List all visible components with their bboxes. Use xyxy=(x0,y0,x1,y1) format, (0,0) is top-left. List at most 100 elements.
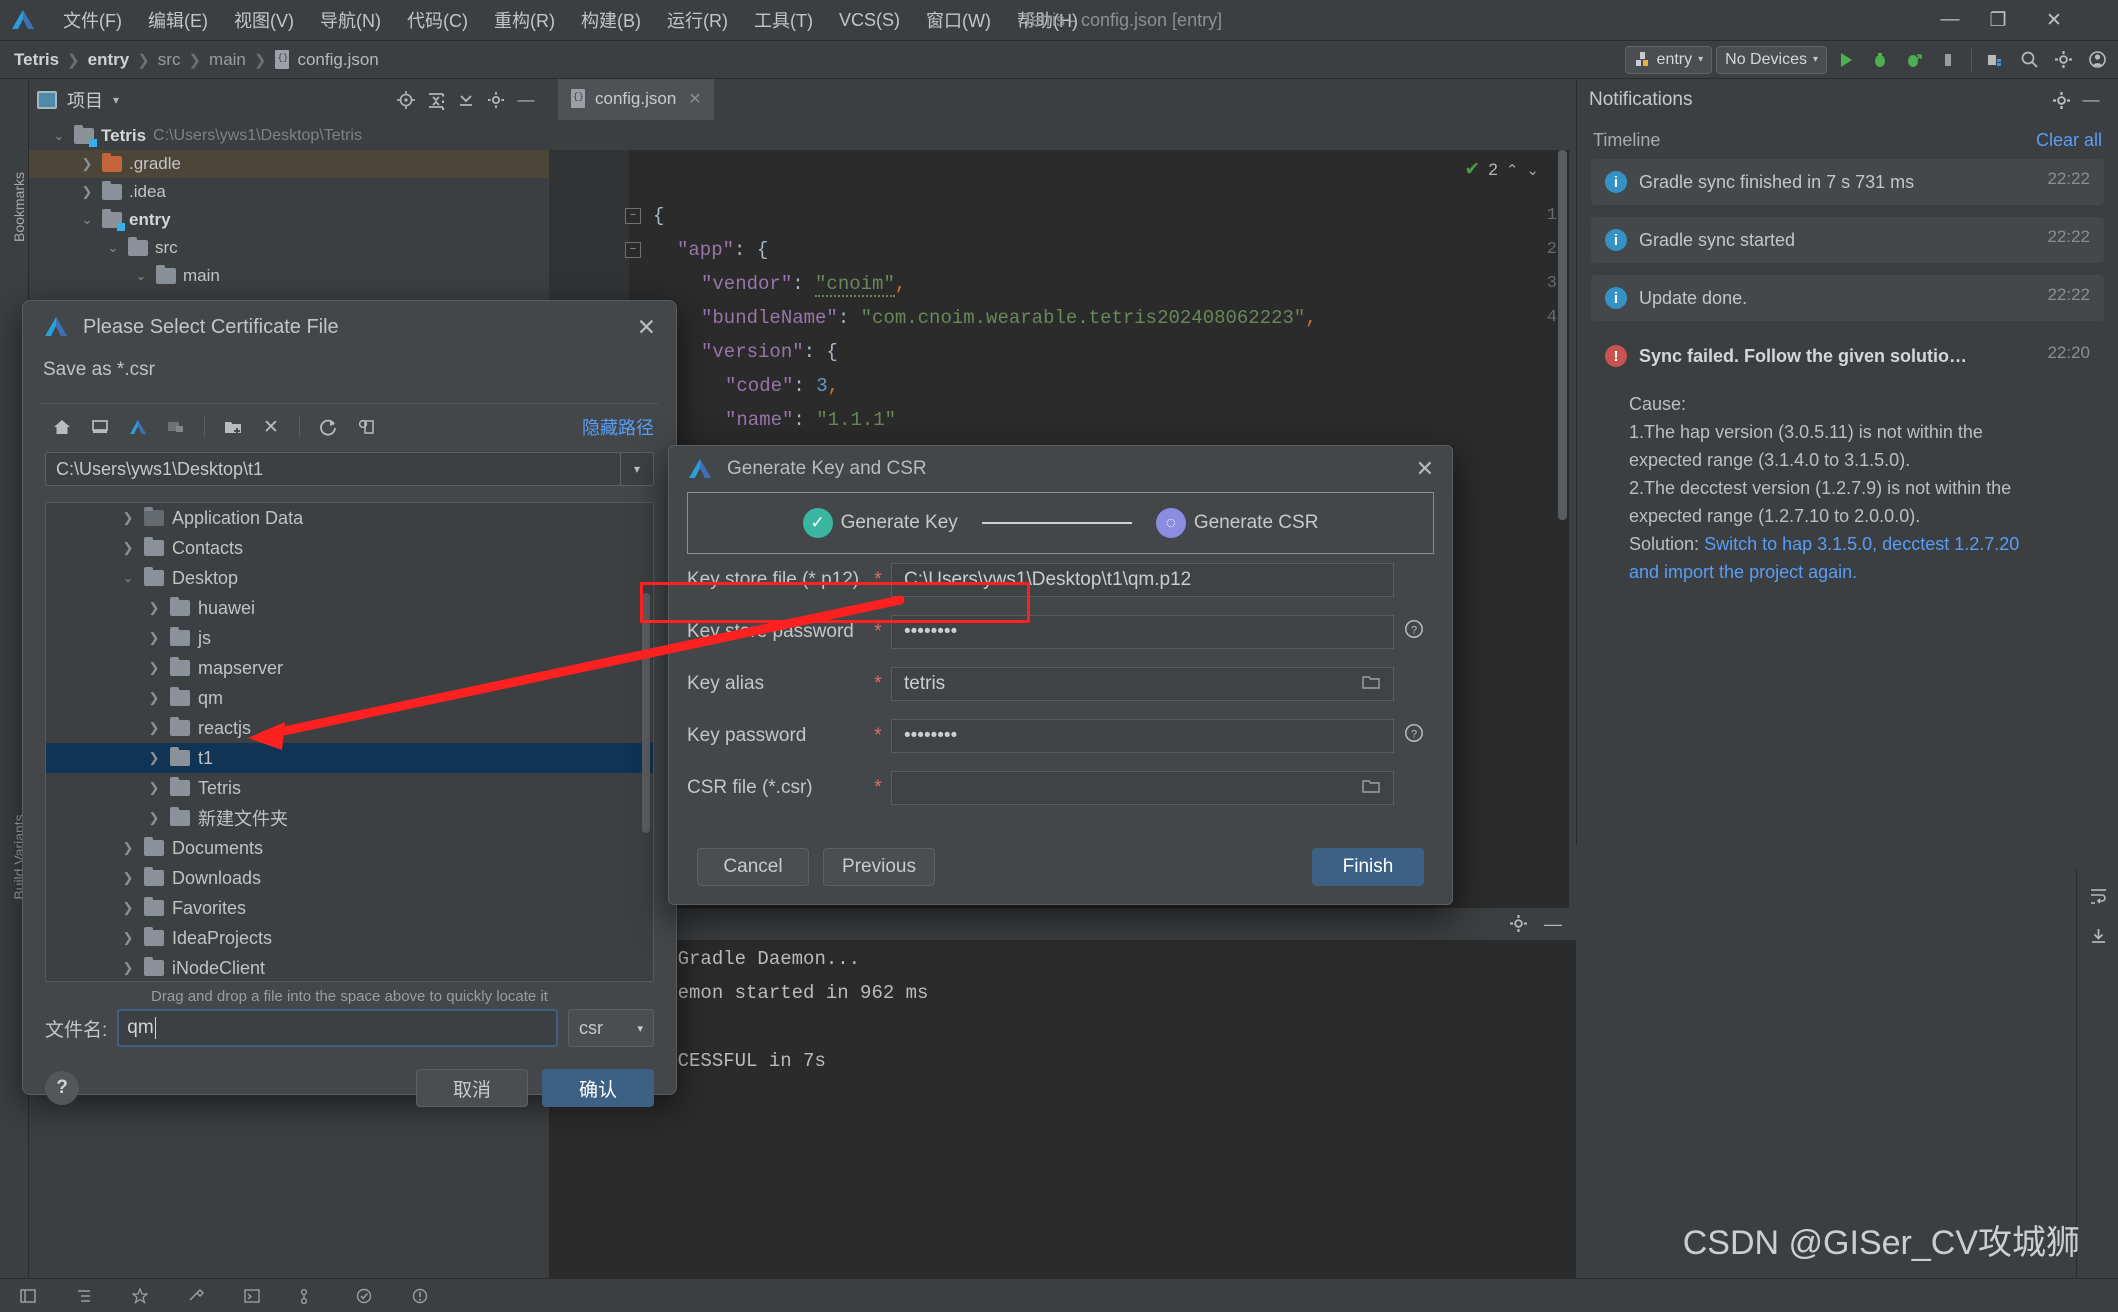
left-strip-label-bookmarks[interactable]: Bookmarks xyxy=(11,162,27,252)
chevron-right-icon[interactable]: ❯ xyxy=(120,870,136,886)
status-todo-icon[interactable] xyxy=(336,1279,392,1312)
generate-key-csr-dialog[interactable]: Generate Key and CSR ✕ ✓ Generate Key ◌ … xyxy=(668,445,1453,905)
tree-row[interactable]: ❯ .idea xyxy=(29,178,549,206)
fold-marker-icon[interactable]: − xyxy=(625,242,641,258)
file-tree-row[interactable]: ❯ IdeaProjects xyxy=(46,923,653,953)
show-hidden-icon[interactable] xyxy=(349,411,383,443)
tree-row[interactable]: ⌄ src xyxy=(29,234,549,262)
chevron-down-icon[interactable]: ⌄ xyxy=(79,212,95,228)
chevron-down-icon[interactable]: ▾ xyxy=(113,93,119,107)
close-icon[interactable]: ✕ xyxy=(637,314,656,341)
account-icon[interactable] xyxy=(2082,45,2112,75)
chevron-right-icon[interactable]: ❯ xyxy=(146,720,162,736)
chevron-down-icon[interactable]: ⌄ xyxy=(51,128,67,144)
minimize-panel-icon[interactable]: — xyxy=(1544,914,1562,935)
editor-options-icon[interactable]: ⋮ xyxy=(433,89,455,114)
extension-select[interactable]: csr ▾ xyxy=(568,1009,654,1047)
close-icon[interactable]: ✕ xyxy=(688,89,701,109)
error-solution-link[interactable]: Switch to hap 3.1.5.0, decctest 1.2.7.20 xyxy=(1704,534,2019,554)
project-tree[interactable]: ⌄ Tetris C:\Users\yws1\Desktop\Tetris ❯ … xyxy=(29,120,549,290)
notification-item[interactable]: i Update done. 22:22 xyxy=(1591,275,2104,322)
chevron-right-icon[interactable]: ❯ xyxy=(120,960,136,976)
chevron-right-icon[interactable]: ❯ xyxy=(146,600,162,616)
file-tree-row[interactable]: ❯ Application Data xyxy=(46,503,653,533)
locate-icon[interactable] xyxy=(391,85,421,115)
chevron-right-icon[interactable]: ❯ xyxy=(146,810,162,826)
chevron-right-icon[interactable]: ❯ xyxy=(146,690,162,706)
run-icon[interactable] xyxy=(1831,45,1861,75)
chevron-right-icon[interactable]: ❯ xyxy=(146,630,162,646)
browse-folder-icon[interactable] xyxy=(1361,778,1381,799)
file-tree-row[interactable]: ❯ Tetris xyxy=(46,773,653,803)
download-icon[interactable] xyxy=(2077,916,2118,956)
key-password-input[interactable]: •••••••• xyxy=(891,719,1394,753)
file-tree-row[interactable]: ❯ Contacts xyxy=(46,533,653,563)
file-tree-row[interactable]: ❯ reactjs xyxy=(46,713,653,743)
file-tree-row[interactable]: ❯ huawei xyxy=(46,593,653,623)
breadcrumb-item-entry[interactable]: entry xyxy=(82,48,136,72)
file-dialog[interactable]: Please Select Certificate File ✕ Save as… xyxy=(22,300,677,1107)
desktop-icon[interactable] xyxy=(83,411,117,443)
menu-item-navigate[interactable]: 导航(N) xyxy=(307,4,394,36)
menu-item-edit[interactable]: 编辑(E) xyxy=(135,4,221,36)
editor-scrollbar[interactable] xyxy=(1558,150,1567,520)
menu-item-vcs[interactable]: VCS(S) xyxy=(826,7,913,34)
help-button[interactable]: ? xyxy=(45,1071,79,1105)
notification-item[interactable]: i Gradle sync finished in 7 s 731 ms 22:… xyxy=(1591,159,2104,206)
window-close-button[interactable]: ✕ xyxy=(2030,0,2078,40)
chevron-right-icon[interactable]: ❯ xyxy=(120,840,136,856)
status-git-icon[interactable] xyxy=(280,1279,336,1312)
file-tree-row[interactable]: ❯ mapserver xyxy=(46,653,653,683)
breadcrumb-item-main[interactable]: main xyxy=(203,48,252,72)
file-tree-scrollbar[interactable] xyxy=(642,593,650,833)
tree-row[interactable]: ⌄ main xyxy=(29,262,549,290)
notification-item-error[interactable]: ! Sync failed. Follow the given solutio…… xyxy=(1591,333,2104,380)
status-project-icon[interactable] xyxy=(0,1279,56,1312)
tab-config-json[interactable]: config.json ✕ xyxy=(558,79,714,120)
stop-icon[interactable] xyxy=(1933,45,1963,75)
chevron-down-icon[interactable]: ⌄ xyxy=(1526,161,1539,179)
menu-item-code[interactable]: 代码(C) xyxy=(394,4,481,36)
chevron-right-icon[interactable]: ❯ xyxy=(79,156,95,172)
window-minimize-button[interactable]: — xyxy=(1926,0,1974,40)
chevron-right-icon[interactable]: ❯ xyxy=(120,510,136,526)
fold-marker-icon[interactable]: − xyxy=(625,208,641,224)
file-tree-row[interactable]: ❯ qm xyxy=(46,683,653,713)
help-icon[interactable]: ? xyxy=(1394,722,1434,750)
file-tree-row[interactable]: ❯ Downloads xyxy=(46,863,653,893)
gear-icon[interactable] xyxy=(2046,85,2076,115)
search-icon[interactable] xyxy=(2014,45,2044,75)
status-build-icon[interactable] xyxy=(168,1279,224,1312)
breadcrumb[interactable]: Tetris ❯ entry ❯ src ❯ main ❯ config.jso… xyxy=(8,48,385,72)
chevron-down-icon[interactable]: ⌄ xyxy=(105,240,121,256)
notification-item[interactable]: i Gradle sync started 22:22 xyxy=(1591,217,2104,264)
new-folder-icon[interactable] xyxy=(216,411,250,443)
tree-row[interactable]: ⌄ entry xyxy=(29,206,549,234)
chevron-right-icon[interactable]: ❯ xyxy=(146,750,162,766)
menu-item-window[interactable]: 窗口(W) xyxy=(913,4,1004,36)
minimize-panel-icon[interactable]: — xyxy=(2076,85,2106,115)
file-tree-row[interactable]: ❯ iNodeClient xyxy=(46,953,653,981)
window-restore-button[interactable]: ❐ xyxy=(1974,0,2022,40)
breadcrumb-item-configjson[interactable]: config.json xyxy=(268,48,384,72)
filename-input[interactable]: qm xyxy=(117,1009,558,1047)
chevron-down-icon[interactable]: ⌄ xyxy=(133,268,149,284)
file-tree-row[interactable]: ❯ Favorites xyxy=(46,893,653,923)
status-terminal-icon[interactable] xyxy=(224,1279,280,1312)
csr-file-input[interactable] xyxy=(891,771,1394,805)
device-manager-icon[interactable] xyxy=(1980,45,2010,75)
file-tree-row[interactable]: ❯ js xyxy=(46,623,653,653)
path-input[interactable]: C:\Users\yws1\Desktop\t1 xyxy=(45,452,621,486)
clear-all-button[interactable]: Clear all xyxy=(2036,130,2102,151)
refresh-icon[interactable] xyxy=(311,411,345,443)
file-tree-row[interactable]: ❯ 新建文件夹 xyxy=(46,803,653,833)
confirm-button[interactable]: 确认 xyxy=(542,1069,654,1107)
finish-button[interactable]: Finish xyxy=(1312,848,1424,886)
file-tree-row[interactable]: ⌄ Desktop xyxy=(46,563,653,593)
cancel-button[interactable]: 取消 xyxy=(416,1069,528,1107)
status-favorites-icon[interactable] xyxy=(112,1279,168,1312)
inspection-widget[interactable]: ✔ 2 ⌃ ⌄ xyxy=(1464,158,1539,181)
previous-button[interactable]: Previous xyxy=(823,848,935,886)
chevron-right-icon[interactable]: ❯ xyxy=(146,660,162,676)
cancel-button[interactable]: Cancel xyxy=(697,848,809,886)
